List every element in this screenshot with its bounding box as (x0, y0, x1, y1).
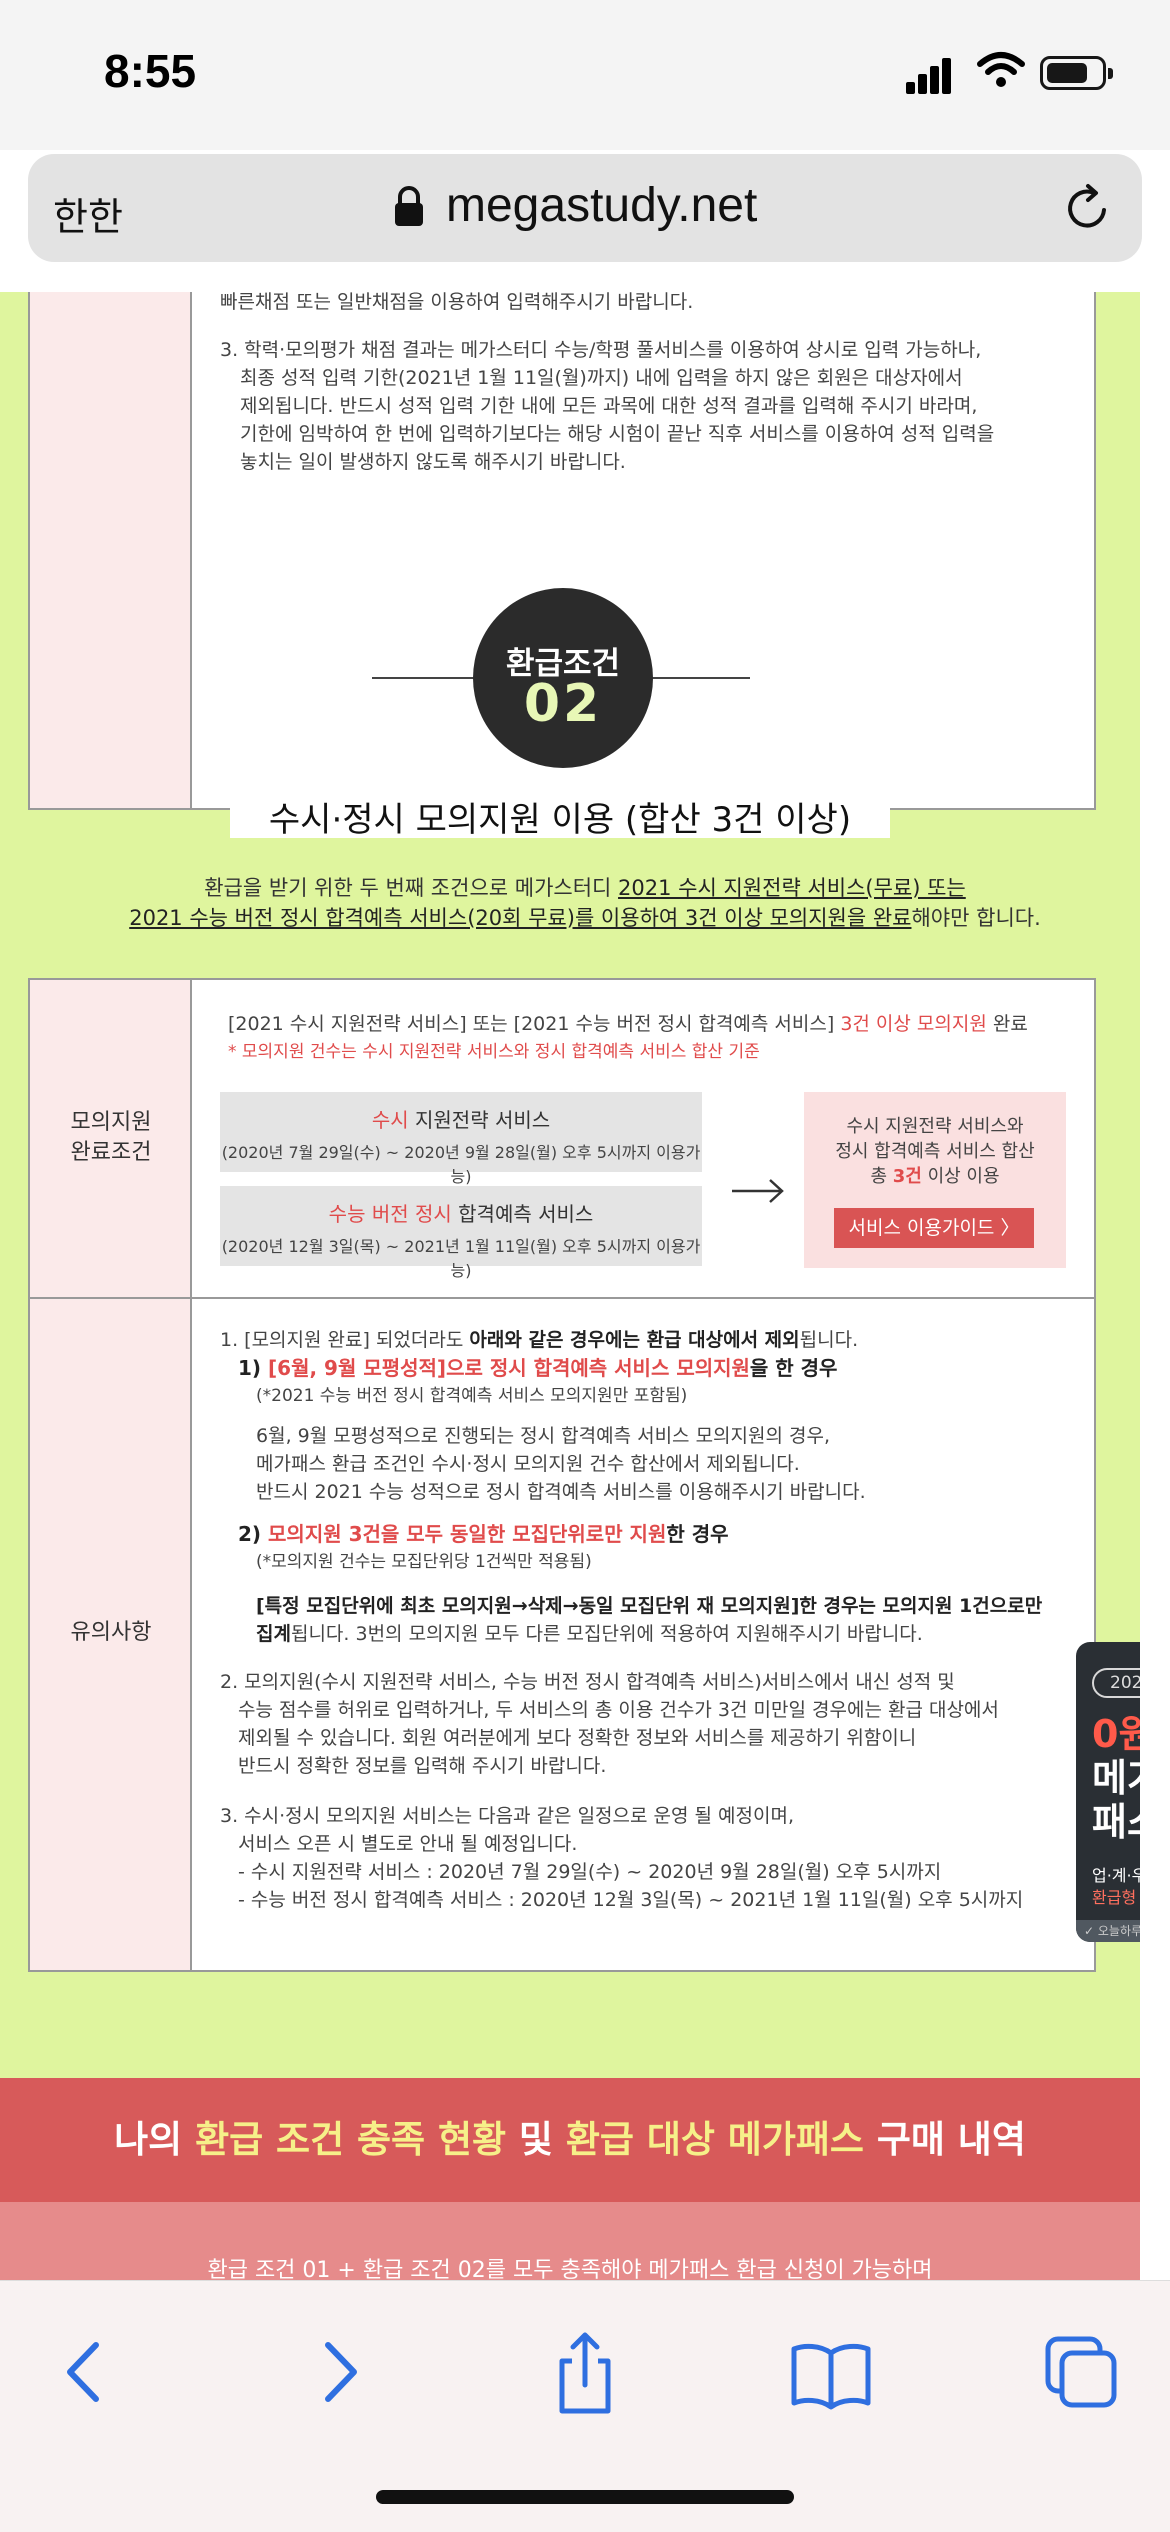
battery-icon (1040, 56, 1113, 90)
service-guide-button[interactable]: 서비스 이용가이드 〉 (834, 1208, 1034, 1248)
address-bar[interactable]: 한한 megastudy.net (28, 154, 1142, 262)
susi-service-box: 수시 지원전략 서비스 (2020년 7월 29일(수) ~ 2020년 9월 … (220, 1092, 702, 1186)
partial-line: 빠른채점 또는 일반채점을 이용하여 입력해주시기 바랍니다. (220, 292, 694, 313)
completion-condition: [2021 수시 지원전략 서비스] 또는 [2021 수능 버전 정시 합격예… (228, 1013, 1028, 1035)
reload-icon[interactable] (1060, 180, 1116, 236)
section-description-line-2: 2021 수능 버전 정시 합격예측 서비스(20회 무료)를 이용하여 3건 … (129, 906, 1041, 930)
back-icon[interactable] (40, 2327, 130, 2417)
summary-box: 수시 지원전략 서비스와 정시 합격예측 서비스 합산 총 3건 이상 이용 서… (804, 1092, 1066, 1268)
refund-condition-badge: 환급조건 02 (473, 588, 653, 768)
note-1-case-1: 1) [6월, 9월 모평성적]으로 정시 합격예측 서비스 모의지원을 한 경… (238, 1356, 838, 1380)
bookmarks-icon[interactable] (786, 2327, 876, 2417)
home-indicator (376, 2490, 794, 2504)
note-1: 1. [모의지원 완료] 되었더라도 아래와 같은 경우에는 환급 대상에서 제… (220, 1329, 859, 1351)
section-title: 수시·정시 모의지원 이용 (합산 3건 이상) (268, 800, 852, 840)
section-description-line-1: 환급을 받기 위한 두 번째 조건으로 메가스터디 2021 수시 지원전략 서… (204, 876, 966, 900)
share-icon[interactable] (540, 2327, 630, 2417)
refund-status-banner: 나의 환급 조건 충족 현황 및 환급 대상 메가패스 구매 내역 (0, 2078, 1140, 2202)
tabs-icon[interactable] (1036, 2327, 1126, 2417)
arrow-right-icon (732, 1179, 784, 1203)
condition-note: * 모의지원 건수는 수시 지원전략 서비스와 정시 합격예측 서비스 합산 기… (228, 1042, 760, 1062)
row-label-completion: 모의지원 완료조건 (70, 1110, 152, 1165)
condition-table: 모의지원 완료조건 [2021 수시 지원전략 서비스] 또는 [2021 수능… (28, 978, 1096, 1972)
refund-status-subbanner: 환급 조건 01 + 환급 조건 02를 모두 충족해야 메가패스 환급 신청이… (0, 2202, 1140, 2280)
cellular-signal-icon (906, 56, 951, 94)
row-label-notes: 유의사항 (70, 1620, 152, 1645)
lock-icon (395, 186, 423, 226)
jeongsi-service-box: 수능 버전 정시 합격예측 서비스 (2020년 12월 3일(목) ~ 202… (220, 1186, 702, 1280)
forward-icon[interactable] (294, 2327, 384, 2417)
status-bar: 8:55 (0, 0, 1170, 150)
url-domain[interactable]: megastudy.net (446, 178, 757, 233)
page-scrollbar (1140, 292, 1170, 2280)
status-time: 8:55 (104, 45, 197, 97)
note-3: 3. 수시·정시 모의지원 서비스는 다음과 같은 일정으로 운영 될 예정이며… (220, 1805, 795, 1827)
note-3: 3. 학력·모의평가 채점 결과는 메가스터디 수능/학평 풀서비스를 이용하여… (220, 339, 995, 473)
wifi-icon (977, 52, 1025, 87)
reader-options-button[interactable]: 한한 (53, 186, 123, 241)
web-content: 빠른채점 또는 일반채점을 이용하여 입력해주시기 바랍니다. 3. 학력·모의… (0, 292, 1170, 2280)
note-1-case-2: 2) 모의지원 3건을 모두 동일한 모집단위로만 지원한 경우 (238, 1522, 729, 1546)
note-2: 2. 모의지원(수시 지원전략 서비스, 수능 버전 정시 합격예측 서비스)서… (220, 1671, 955, 1693)
